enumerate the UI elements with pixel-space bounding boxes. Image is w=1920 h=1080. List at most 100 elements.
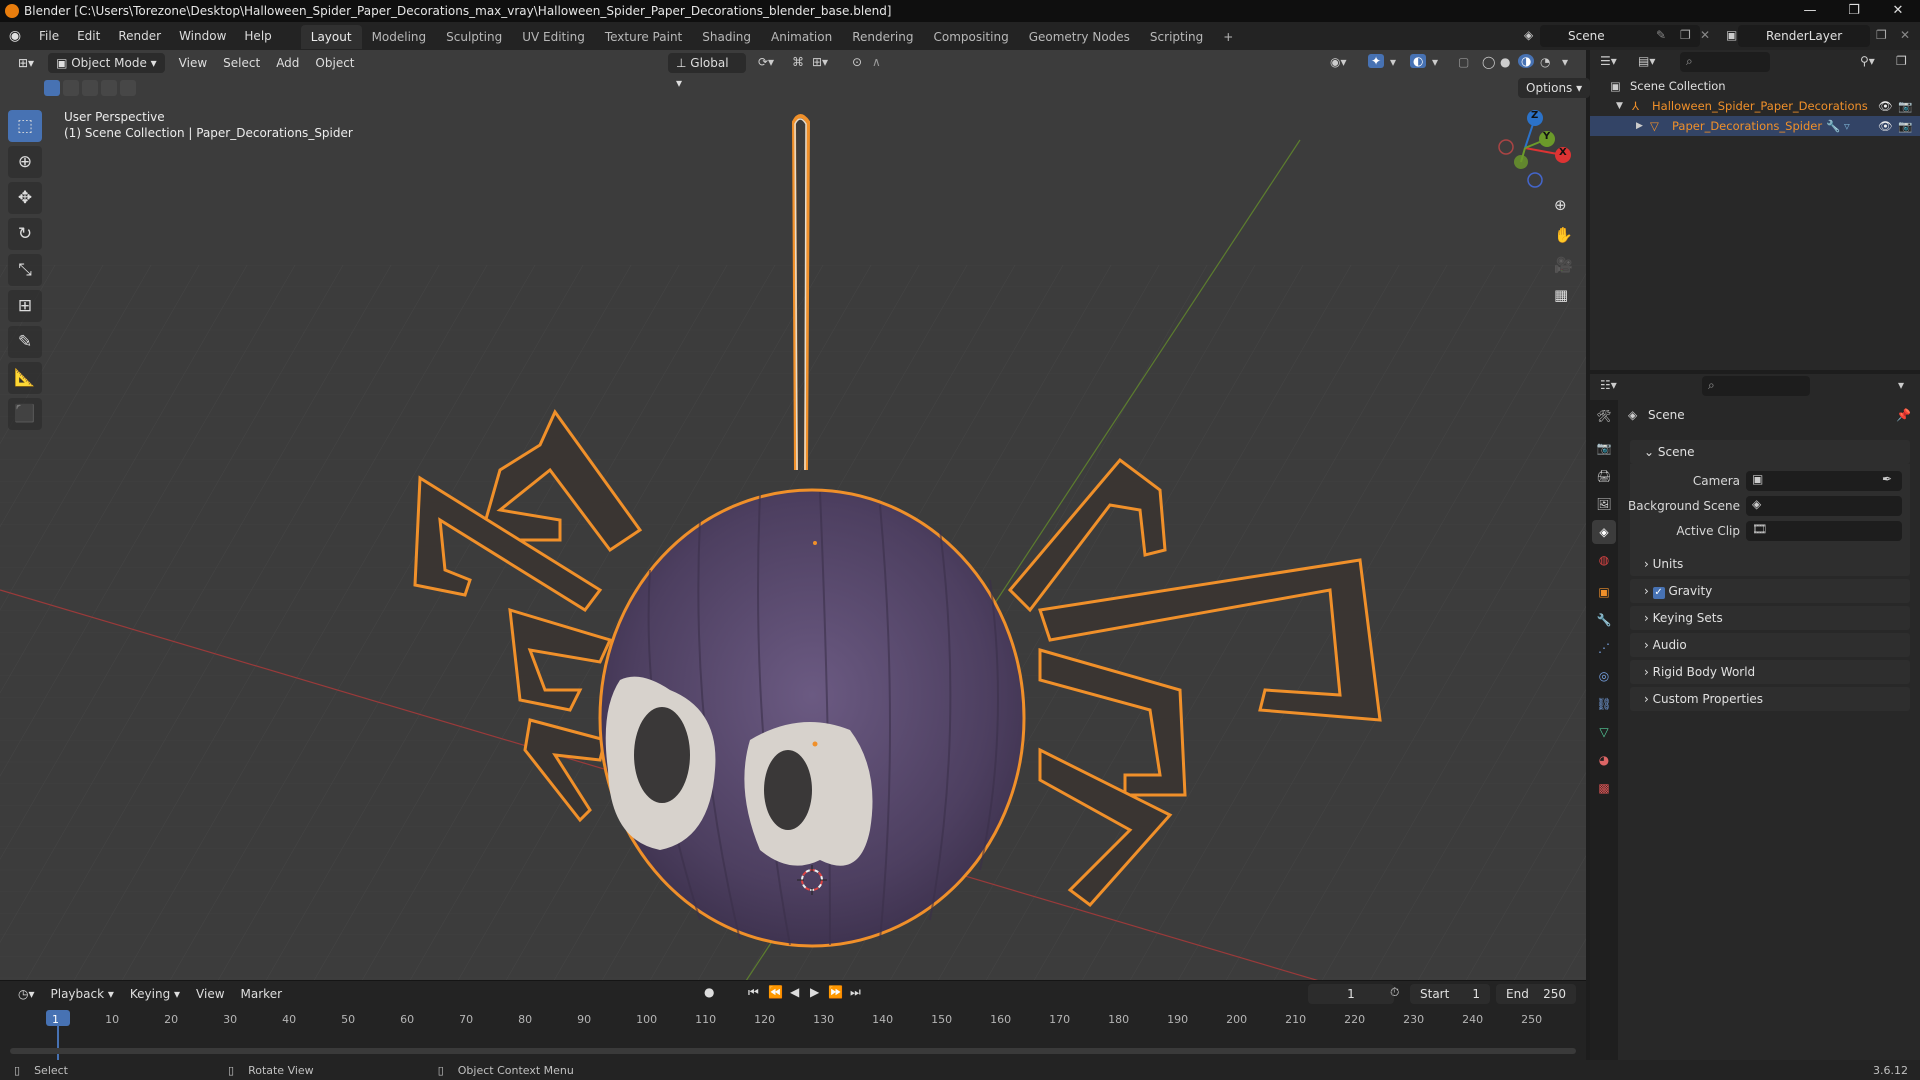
properties-options-icon[interactable]: ▾ [1898,378,1904,392]
menu-help[interactable]: Help [235,22,280,50]
tab-shading[interactable]: Shading [692,25,761,49]
measure-tool-icon[interactable]: 📐 [8,362,42,394]
cursor-tool-icon[interactable]: ⊕ [8,146,42,178]
snap-icon[interactable]: ⌘ [792,55,804,69]
play-icon[interactable]: ▶ [810,985,819,999]
background-scene-field[interactable]: ◈ [1746,496,1902,516]
view-menu[interactable]: View [171,53,215,73]
end-frame-field[interactable]: End 250 [1496,984,1576,1004]
eye-visibility-icon[interactable]: 👁 [1878,116,1893,136]
delete-layer-icon[interactable]: ✕ [1900,28,1910,42]
add-cube-tool-icon[interactable]: ⬛ [8,398,42,430]
new-layer-icon[interactable]: ❐ [1876,28,1887,42]
modifier-tab-icon[interactable]: 🔧 [1592,608,1616,632]
proportional-edit-icon[interactable]: ⊙ [852,55,862,69]
keying-sets-panel-header[interactable]: › Keying Sets [1630,606,1910,630]
play-reverse-icon[interactable]: ◀ [790,985,799,999]
gravity-panel-header[interactable]: › ✓ Gravity [1630,579,1910,603]
menu-file[interactable]: File [30,22,68,50]
marker-menu[interactable]: Marker [233,984,290,1004]
select-new-icon[interactable] [44,80,60,96]
tab-rendering[interactable]: Rendering [842,25,923,49]
menu-render[interactable]: Render [109,22,170,50]
new-collection-icon[interactable]: ❐ [1896,54,1907,68]
constraints-tab-icon[interactable]: ⛓ [1592,692,1616,716]
expand-arrow-icon[interactable]: ▶ [1636,116,1643,136]
menu-window[interactable]: Window [170,22,235,50]
editor-type-icon[interactable]: ⊞▾ [10,53,42,73]
render-layer-field[interactable]: RenderLayer [1738,25,1870,47]
tab-geometry-nodes[interactable]: Geometry Nodes [1019,25,1140,49]
record-icon[interactable]: ● [704,985,714,999]
tab-uv-editing[interactable]: UV Editing [512,25,595,49]
tab-sculpting[interactable]: Sculpting [436,25,512,49]
select-extend-icon[interactable] [63,80,79,96]
gizmo-label-x[interactable]: X [1559,147,1567,158]
current-frame-field[interactable]: 1 [1308,984,1394,1004]
pan-hand-icon[interactable]: ✋ [1554,226,1573,244]
viewport-canvas[interactable] [0,50,1586,980]
render-camera-icon[interactable]: 📷 [1898,96,1912,116]
gizmo-dropdown-icon[interactable]: ▾ [1390,55,1396,69]
jump-end-icon[interactable]: ⏭ [850,985,861,1000]
outliner-panel[interactable]: ☰▾ ▤▾ ⌕ ⚲▾ ❐ ▣ Scene Collection ▼ ⅄ Hall… [1590,50,1920,370]
select-menu[interactable]: Select [215,53,268,73]
eyedropper-icon[interactable]: ✒ [1882,472,1892,486]
ortho-grid-icon[interactable]: ▦ [1554,286,1568,304]
tab-animation[interactable]: Animation [761,25,842,49]
select-box-tool-icon[interactable]: ⬚ [8,110,42,142]
xray-icon[interactable]: ▢ [1458,55,1469,69]
render-camera-icon[interactable]: 📷 [1898,116,1912,136]
menu-edit[interactable]: Edit [68,22,109,50]
filter-icon[interactable]: ⚲▾ [1860,54,1875,68]
zoom-icon[interactable]: ⊕ [1554,196,1567,214]
snap-target-icon[interactable]: ⊞▾ [812,55,828,69]
particles-tab-icon[interactable]: ⋰ [1592,636,1616,660]
minimize-button[interactable]: — [1788,0,1832,22]
pivot-icon[interactable]: ⟳▾ [758,55,774,69]
solid-shading-icon[interactable]: ● [1500,55,1510,69]
physics-tab-icon[interactable]: ◎ [1592,664,1616,688]
scale-tool-icon[interactable]: ⤡ [8,254,42,286]
delete-scene-icon[interactable]: ✕ [1700,28,1710,42]
scene-name-field[interactable]: Scene [1540,25,1700,47]
maximize-button[interactable]: ❐ [1832,0,1876,22]
add-menu[interactable]: Add [268,53,307,73]
object-menu[interactable]: Object [307,53,362,73]
gizmo-label-y[interactable]: Y [1543,131,1550,142]
select-intersect-icon[interactable] [120,80,136,96]
display-mode-icon[interactable]: ▤▾ [1638,54,1655,68]
tab-texture-paint[interactable]: Texture Paint [595,25,692,49]
blender-menu-icon[interactable]: ◉ [0,28,30,44]
playback-menu[interactable]: Playback ▾ [43,984,122,1004]
options-dropdown[interactable]: Options ▾ [1518,78,1591,98]
render-layer-icon[interactable]: ▣ [1726,28,1737,42]
overlay-dropdown-icon[interactable]: ▾ [1432,55,1438,69]
material-tab-icon[interactable]: ◕ [1592,748,1616,772]
gravity-checkbox[interactable]: ✓ [1652,587,1665,599]
transform-tool-icon[interactable]: ⊞ [8,290,42,322]
start-frame-field[interactable]: Start 1 [1410,984,1490,1004]
annotate-tool-icon[interactable]: ✎ [8,326,42,358]
rigid-body-world-panel-header[interactable]: › Rigid Body World [1630,660,1910,684]
jump-keyframe-forward-icon[interactable]: ⏩ [828,985,843,999]
select-subtract-icon[interactable] [82,80,98,96]
add-workspace-button[interactable]: + [1213,25,1243,49]
timeline-scrollbar[interactable] [10,1048,1576,1054]
camera-view-icon[interactable]: 🎥 [1554,256,1573,274]
eye-visibility-icon[interactable]: 👁 [1878,96,1893,116]
new-scene-icon[interactable]: ❐ [1680,28,1691,42]
tool-tab-icon[interactable]: 🛠 [1592,404,1616,428]
properties-search-input[interactable] [1702,376,1810,396]
camera-field[interactable]: ▣ ✒ [1746,471,1902,491]
outliner-row-spider-object[interactable]: ▶ ▽ Paper_Decorations_Spider 🔧 ▿ 👁 📷 [1590,116,1920,136]
data-tab-icon[interactable]: ▽ [1592,720,1616,744]
preview-range-icon[interactable]: ⏱ [1390,985,1399,1000]
tab-compositing[interactable]: Compositing [923,25,1018,49]
overlay-toggle-icon[interactable]: ◐ [1410,54,1427,68]
pin-icon[interactable]: ✎ [1656,28,1666,42]
shading-dropdown-icon[interactable]: ▾ [1562,55,1568,69]
tab-scripting[interactable]: Scripting [1140,25,1213,49]
rendered-shading-icon[interactable]: ◔ [1540,55,1550,69]
transform-orientation-dropdown[interactable]: ⊥ Global ▾ [668,53,746,90]
